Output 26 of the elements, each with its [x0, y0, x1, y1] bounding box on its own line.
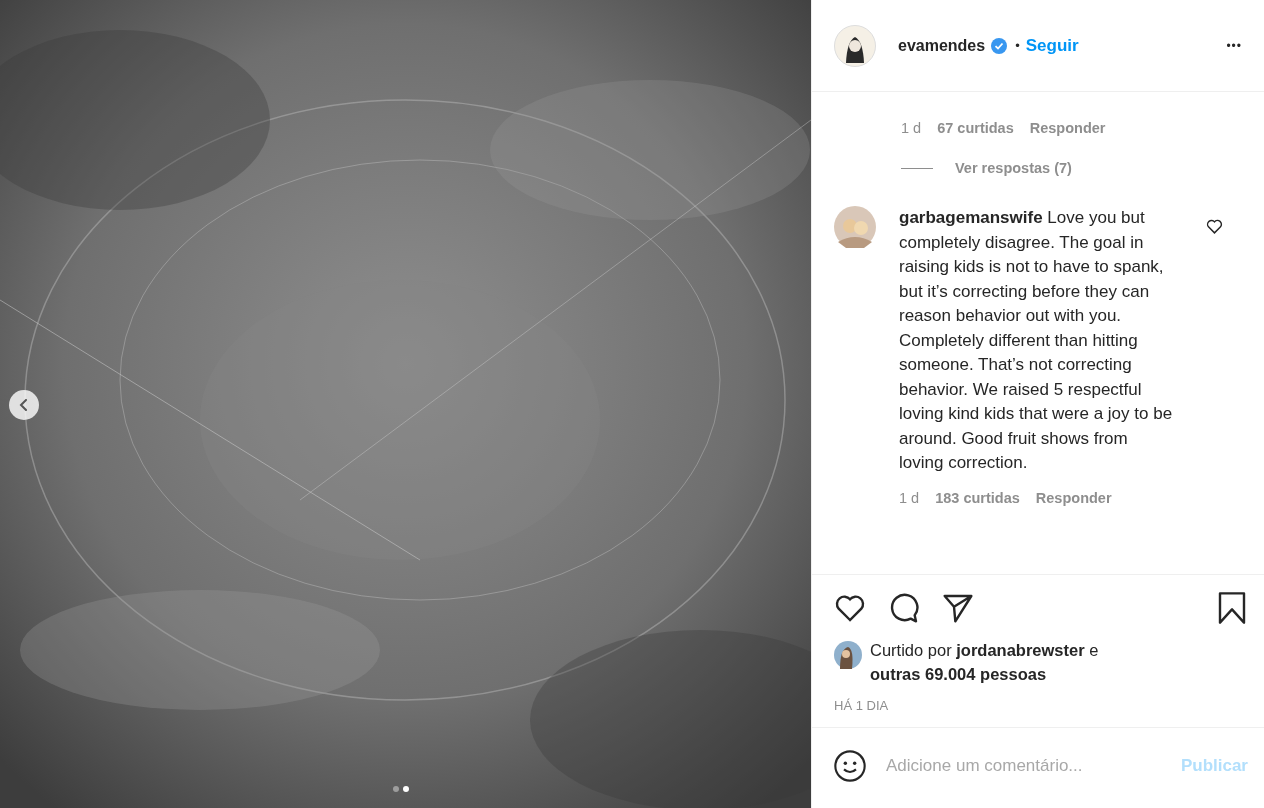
avatar — [834, 206, 876, 248]
reply-link[interactable]: Responder — [1029, 120, 1106, 136]
follow-link[interactable]: Seguir — [1025, 35, 1079, 56]
chevron-left-icon — [19, 399, 29, 411]
likes-count[interactable]: 183 curtidas — [935, 489, 1020, 506]
carousel-dot[interactable] — [393, 786, 399, 792]
more-options-button[interactable]: ••• — [1226, 38, 1242, 53]
likes-count[interactable]: 67 curtidas — [937, 120, 1014, 136]
heart-icon[interactable] — [1206, 218, 1223, 235]
carousel-dot[interactable] — [403, 786, 409, 792]
bookmark-icon[interactable] — [1216, 592, 1248, 624]
liked-by-text: Curtido por jordanabrewster e outras 69.004 pessoas — [870, 640, 1099, 685]
avatar — [834, 24, 876, 67]
separator: • — [1015, 38, 1020, 53]
paper-plane-icon[interactable] — [942, 592, 974, 624]
username[interactable]: evamendes — [898, 36, 986, 55]
comment-bubble-icon[interactable] — [888, 592, 920, 624]
comment-time: 1 d — [899, 489, 920, 506]
avatar — [834, 641, 862, 669]
heart-icon[interactable] — [834, 592, 866, 624]
comment-time: 1 d — [901, 120, 922, 136]
reply-link[interactable]: Responder — [1035, 489, 1112, 506]
post-date: HÁ 1 DIA — [833, 697, 890, 715]
comment-text: garbagemanswife Love you but completely disagree. The goal in raising kids is not to have to spank, but it’s correcting before they can reason behavior out with you. Completely different than hitting someone. That’s not correcting behavior. We raised 5 respectful loving kind kids that were a joy to be around. Good fruit shows from loving correction. — [899, 207, 1174, 474]
view-replies-link[interactable]: Ver respostas (7) — [955, 160, 1072, 176]
smiley-icon[interactable] — [834, 750, 866, 782]
